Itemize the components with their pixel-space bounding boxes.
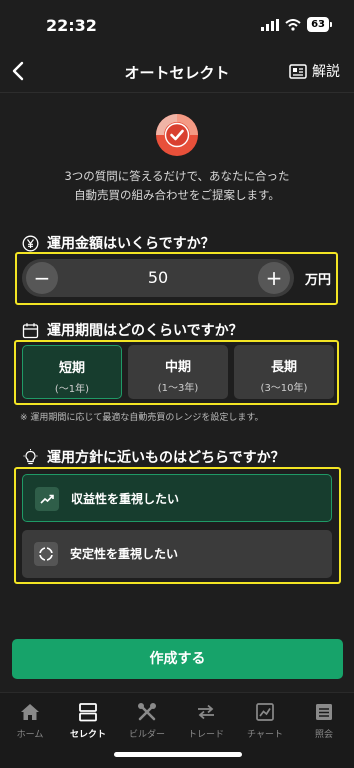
period-option-medium[interactable]: 中期 (1〜3年) xyxy=(128,345,228,399)
period-option-short[interactable]: 短期 (〜1年) xyxy=(22,345,122,399)
tab-builder[interactable]: ビルダー xyxy=(117,701,177,740)
period-option-label: 短期 xyxy=(58,361,85,376)
policy-option-label: 安定性を重視したい xyxy=(70,547,179,561)
calendar-icon xyxy=(22,322,39,338)
yen-circle-icon xyxy=(22,235,39,251)
policy-option-stability[interactable]: 安定性を重視したい xyxy=(22,530,332,578)
period-option-range: (〜1年) xyxy=(54,384,90,395)
trade-arrows-icon xyxy=(198,704,214,720)
question-amount-label: 運用金額はいくらですか？ xyxy=(47,236,215,252)
tab-label: 照会 xyxy=(314,730,333,740)
nav-bar: オートセレクト 解説 xyxy=(0,52,354,93)
guide-book-icon xyxy=(289,63,307,79)
tab-home[interactable]: ホーム xyxy=(0,701,60,740)
trend-up-icon xyxy=(35,487,59,511)
question-period-label: 運用期間はどのくらいですか？ xyxy=(47,323,243,339)
question-policy-title: 運用方針に近いものはどちらですか？ xyxy=(22,447,285,467)
intro-line-2: 自動売買の組み合わせをご提案します。 xyxy=(74,188,280,202)
period-option-label: 長期 xyxy=(270,360,297,375)
tab-chart[interactable]: チャート xyxy=(235,701,295,740)
wifi-icon xyxy=(285,18,301,31)
builder-tools-icon xyxy=(138,703,156,721)
auto-select-logo-icon xyxy=(156,114,198,156)
policy-option-profit[interactable]: 収益性を重視したい xyxy=(22,474,332,522)
policy-option-label: 収益性を重視したい xyxy=(71,492,180,506)
period-option-long[interactable]: 長期 (3〜10年) xyxy=(234,345,334,399)
tab-trade[interactable]: トレード xyxy=(176,701,236,740)
status-icons: 63 xyxy=(261,17,332,32)
tab-inquiry[interactable]: 照会 xyxy=(294,701,354,740)
period-option-range: (3〜10年) xyxy=(260,383,308,394)
lightbulb-icon xyxy=(23,448,38,464)
tab-select[interactable]: セレクト xyxy=(58,701,118,740)
stability-circle-icon xyxy=(34,542,58,566)
tab-label: ビルダー xyxy=(128,730,165,740)
status-time: 22:32 xyxy=(46,16,97,35)
increment-button[interactable]: + xyxy=(258,262,290,294)
question-amount-title: 運用金額はいくらですか？ xyxy=(22,233,215,253)
question-period-title: 運用期間はどのくらいですか？ xyxy=(22,320,243,340)
amount-value[interactable]: 50 xyxy=(22,268,294,287)
tab-label: トレード xyxy=(187,730,224,740)
question-policy-label: 運用方針に近いものはどちらですか？ xyxy=(47,450,285,466)
help-button[interactable]: 解説 xyxy=(289,61,340,81)
intro-line-1: 3つの質問に答えるだけで、あなたに合った xyxy=(64,169,290,183)
tab-label: ホーム xyxy=(16,730,44,740)
inquiry-list-icon xyxy=(316,704,332,720)
help-label: 解説 xyxy=(312,64,340,80)
period-option-label: 中期 xyxy=(164,360,191,375)
tab-label: チャート xyxy=(247,730,283,740)
intro-text: 3つの質問に答えるだけで、あなたに合った 自動売買の組み合わせをご提案します。 xyxy=(0,167,354,205)
create-button[interactable]: 作成する xyxy=(12,639,343,679)
chart-icon xyxy=(256,703,274,721)
battery-tip xyxy=(330,22,332,27)
battery-indicator: 63 xyxy=(307,17,329,32)
status-bar: 22:32 63 xyxy=(0,0,354,52)
tab-label: セレクト xyxy=(69,730,106,740)
home-indicator xyxy=(114,752,242,757)
amount-stepper: − 50 + xyxy=(22,259,294,297)
select-icon xyxy=(79,703,97,722)
period-option-range: (1〜3年) xyxy=(157,383,199,394)
home-icon xyxy=(21,704,39,720)
signal-icon xyxy=(261,18,280,31)
amount-unit: 万円 xyxy=(305,273,332,288)
period-note: ※ 運用期間に応じて最適な自動売買のレンジを設定します。 xyxy=(20,413,264,423)
